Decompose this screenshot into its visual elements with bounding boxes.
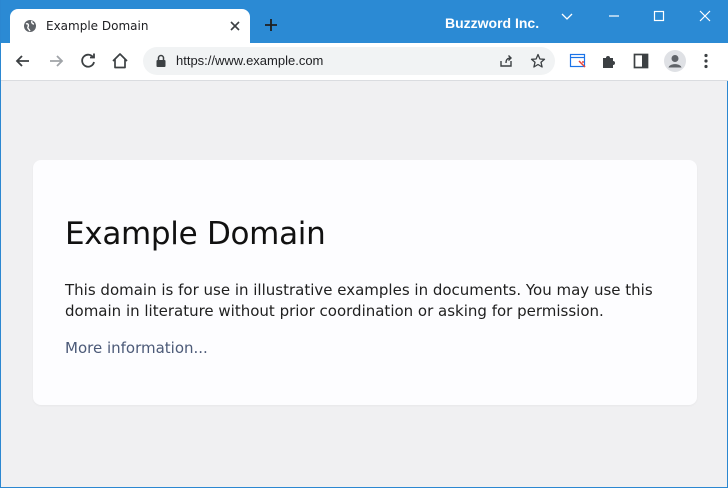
window-close-icon[interactable] — [694, 8, 716, 26]
address-bar[interactable]: https://www.example.com — [143, 47, 555, 75]
more-information-link[interactable]: More information... — [65, 338, 208, 358]
star-bookmark-icon[interactable] — [530, 53, 546, 69]
side-panel-icon[interactable] — [631, 51, 651, 71]
more-options-icon[interactable] — [696, 51, 716, 71]
back-arrow-icon[interactable] — [13, 51, 33, 71]
profile-avatar[interactable] — [664, 50, 686, 72]
globe-icon — [24, 20, 36, 32]
browser-window: Example Domain Buzzword Inc. https://www… — [0, 0, 728, 488]
browser-toolbar: https://www.example.com — [1, 43, 728, 81]
browser-tab[interactable]: Example Domain — [10, 9, 250, 43]
content-card: Example Domain This domain is for use in… — [33, 160, 697, 405]
title-bar: Example Domain Buzzword Inc. — [1, 0, 728, 43]
forward-arrow-icon[interactable] — [46, 51, 66, 71]
share-icon[interactable] — [498, 53, 514, 69]
lock-icon[interactable] — [155, 54, 167, 68]
home-icon[interactable] — [110, 51, 130, 71]
url-text[interactable]: https://www.example.com — [176, 54, 323, 68]
maximize-icon[interactable] — [648, 8, 670, 26]
window-title: Buzzword Inc. — [445, 15, 540, 31]
page-description: This domain is for use in illustrative e… — [65, 281, 653, 320]
puzzle-extensions-icon[interactable] — [599, 51, 619, 71]
minimize-icon[interactable] — [603, 8, 625, 26]
tab-title: Example Domain — [46, 19, 149, 33]
extension-app-icon[interactable] — [568, 51, 588, 71]
page-heading: Example Domain — [65, 216, 326, 252]
page-content: Example Domain This domain is for use in… — [1, 81, 727, 487]
close-icon[interactable] — [228, 19, 242, 33]
chevron-down-icon[interactable] — [556, 8, 578, 26]
profile-person-icon — [668, 55, 682, 68]
new-tab-plus-icon[interactable] — [261, 15, 281, 35]
reload-icon[interactable] — [78, 51, 98, 71]
